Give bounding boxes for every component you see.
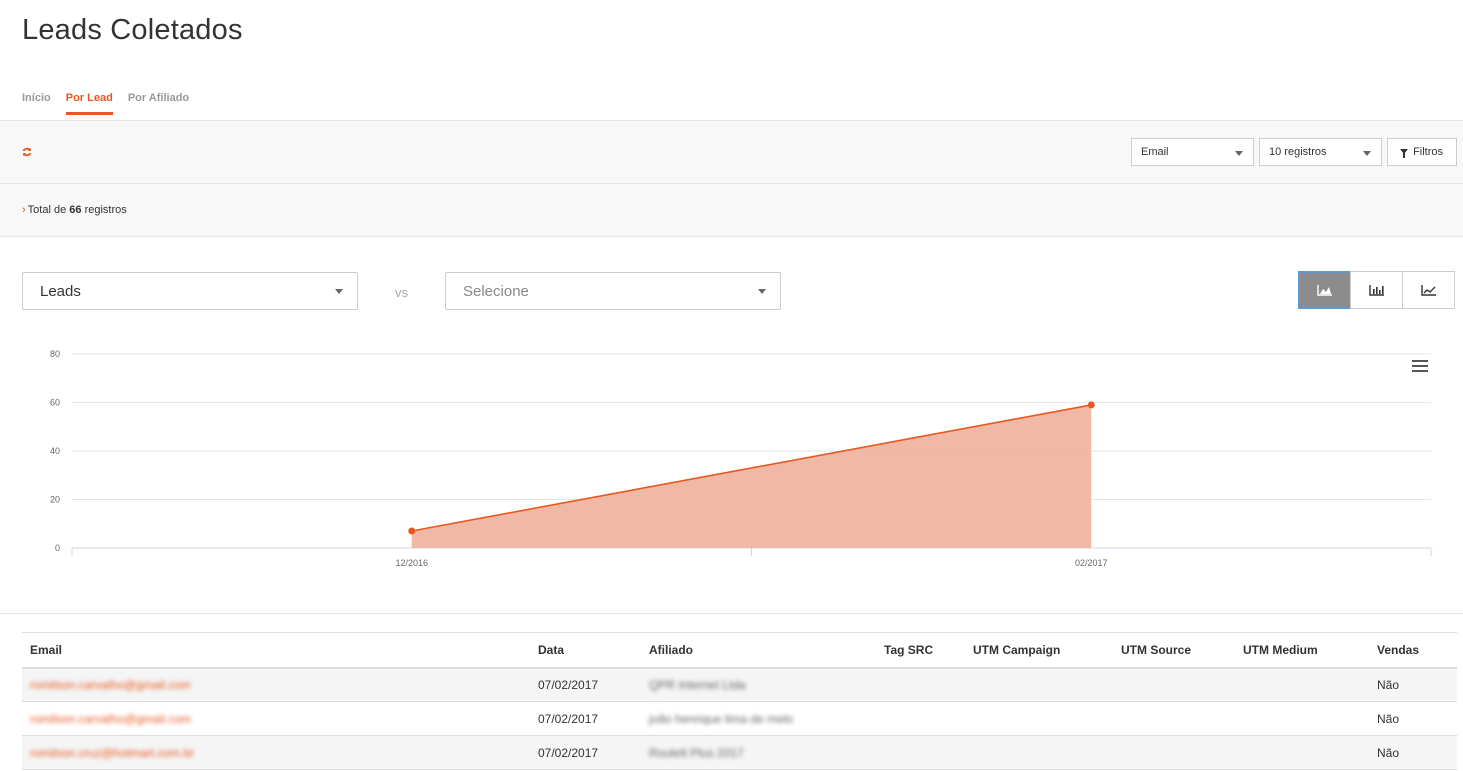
affiliate-cell: joão henrique lima de melo [649,711,794,726]
secondary-metric-placeholder: Selecione [463,283,529,300]
x-tick-label: 12/2016 [395,558,428,568]
bar-chart-button[interactable] [1350,271,1403,309]
funnel-icon [1400,149,1408,158]
column-header[interactable]: Afiliado [641,632,876,669]
column-header[interactable]: Email [22,632,530,669]
chevron-right-icon[interactable]: › [22,204,26,216]
page-size-select[interactable]: 10 registros [1259,138,1382,166]
summary-count: 66 [69,204,82,216]
line-chart-button[interactable] [1402,271,1455,309]
filters-button[interactable]: Filtros [1387,138,1457,166]
secondary-metric-select[interactable]: Selecione [445,272,781,310]
email-cell[interactable]: romilson.carvalho@gmail.com [30,712,191,726]
table-cell: 07/02/2017 [538,711,599,726]
y-tick-label: 40 [50,446,60,456]
chevron-down-icon [1235,151,1243,156]
column-header[interactable]: UTM Campaign [965,632,1113,669]
table-header-row: Email Data Afiliado Tag SRC UTM Campaign UTM … [22,632,1457,669]
table-body: romilson.carvalho@gmail.com 07/02/2017 QPR… [22,667,1457,770]
section-divider [0,613,1463,614]
table-cell: Não [1377,745,1400,760]
refresh-icon[interactable] [22,147,32,157]
column-header[interactable]: UTM Source [1113,632,1235,669]
y-tick-label: 60 [50,398,60,408]
area-fill [411,404,1092,548]
table-cell: 07/02/2017 [538,677,599,692]
tab-bar: Início Por Lead Por Afiliado [22,92,189,115]
bar-chart-icon [1368,285,1384,296]
page-size-value: 10 registros [1269,146,1327,158]
table-cell: 07/02/2017 [538,745,599,760]
y-tick-label: 20 [50,495,60,505]
area-chart-icon [1316,285,1332,296]
filters-button-label: Filtros [1413,146,1444,158]
affiliate-cell: Roulett Plus 2017 [649,745,744,760]
toolbar: Email 10 registros Filtros [0,120,1463,184]
leads-table: Email Data Afiliado Tag SRC UTM Campaign UTM … [22,632,1457,770]
tab-por-lead[interactable]: Por Lead [65,92,113,115]
column-header[interactable]: Tag SRC [876,632,965,669]
field-select-value: Email [1141,146,1169,158]
email-cell[interactable]: romilson.carvalho@gmail.com [30,678,191,692]
table-cell: Não [1377,711,1400,726]
chevron-down-icon [758,289,766,294]
chevron-down-icon [335,289,343,294]
column-header[interactable]: Data [530,632,641,669]
area-chart-button[interactable] [1298,271,1351,309]
vs-label: vs [395,285,408,300]
table-cell: Não [1377,677,1400,692]
data-point[interactable] [408,527,416,535]
x-tick-label: 02/2017 [1075,558,1108,568]
y-tick-label: 80 [50,349,60,359]
chevron-down-icon [1363,151,1371,156]
total-summary: › Total de 66 registros [0,184,1463,237]
table-row[interactable]: romilson.carvalho@gmail.com 07/02/2017 joã… [22,701,1457,736]
email-cell[interactable]: romilson.cruz@hotmart.com.br [30,746,194,760]
chart-type-toggle [1298,271,1455,309]
table-row[interactable]: romilson.carvalho@gmail.com 07/02/2017 QPR… [22,667,1457,702]
primary-metric-value: Leads [40,283,81,300]
field-select[interactable]: Email [1131,138,1254,166]
tab-inicio[interactable]: Início [22,92,51,115]
data-point[interactable] [1087,401,1095,409]
affiliate-cell: QPR Internet Ltda [649,677,746,692]
tab-por-afiliado[interactable]: Por Afiliado [128,92,189,115]
summary-prefix: Total de [27,204,67,216]
column-header[interactable]: Vendas [1369,632,1457,669]
summary-suffix: registros [84,204,127,216]
chart-canvas: 0 20 40 60 80 12/2016 02/2017 [50,349,1432,568]
line-chart-icon [1420,285,1436,296]
primary-metric-select[interactable]: Leads [22,272,358,310]
column-header[interactable]: UTM Medium [1235,632,1369,669]
table-row[interactable]: romilson.cruz@hotmart.com.br 07/02/2017 Ro… [22,735,1457,770]
page-title: Leads Coletados [22,14,243,46]
y-tick-label: 0 [55,543,60,553]
leads-chart: 0 20 40 60 80 12/2016 02/2017 [0,340,1463,585]
